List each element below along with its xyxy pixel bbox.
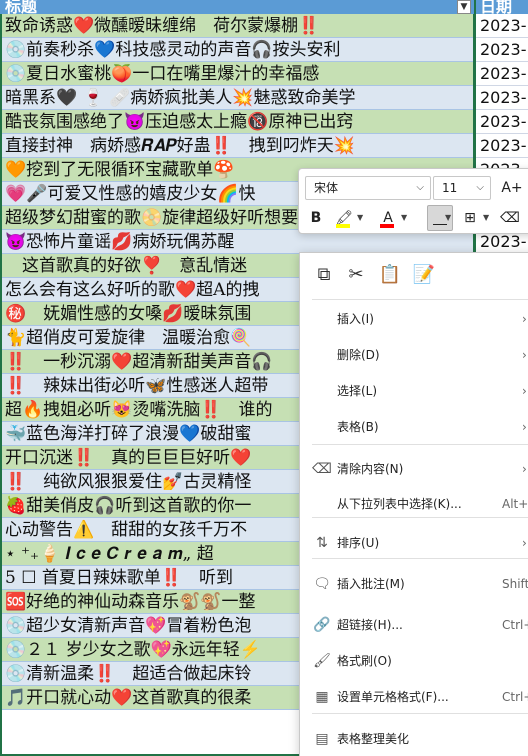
date-cell[interactable]: 2023- — [476, 134, 528, 158]
menu-item-label: 选择(L) — [337, 384, 378, 398]
format-cells-icon: ▦ — [315, 689, 329, 705]
menu-item-shortcut: Alt+↓ — [502, 497, 528, 511]
sort-icon: ⇅ — [316, 535, 328, 551]
table-row[interactable]: 酷丧氛围感绝了😈压迫感太上瘾🔞原神已出窍 2023- — [0, 110, 528, 134]
context-menu: ⧉ ✂ 📋 📝 插入(I) › 删除(D) › 选择(L) › 表格(B) › ⌫ 清除内容(N)… — [299, 252, 528, 756]
grow-font-button[interactable]: A+ — [501, 177, 523, 199]
date-cell[interactable]: 2023- — [476, 62, 528, 86]
menu-separator — [312, 299, 528, 300]
link-icon: 🔗 — [313, 617, 331, 633]
mini-format-toolbar: 宋体 ⌵ 11 ⌵ A+ B 🖍 ▼ A ▼ ⎽ ▼ ⊞ ▼ ⌫ — [298, 168, 528, 234]
menu-item-label: 格式刷(O) — [337, 654, 392, 668]
chevron-right-icon: › — [522, 462, 527, 476]
chevron-down-icon[interactable]: ▼ — [401, 213, 407, 222]
eraser-icon: ⌫ — [312, 461, 332, 477]
title-cell[interactable]: 暗黑系🖤 🍷 🩹病娇疯批美人💥魅惑致命美学 — [0, 86, 474, 110]
chevron-right-icon: › — [522, 312, 527, 326]
title-cell[interactable]: 致命诱惑❤️微醺暧昧缠绵 荷尔蒙爆棚‼️ — [0, 14, 474, 38]
menu-item[interactable]: 🔗 超链接(H)... Ctrl+K — [300, 607, 528, 643]
date-cell[interactable]: 2023- — [476, 38, 528, 62]
clipboard-actions: ⧉ ✂ 📋 📝 — [300, 253, 528, 297]
table-beautify-icon: ▤ — [315, 731, 329, 747]
menu-item[interactable]: 🗨 插入批注(M) Shift+F2 — [300, 566, 528, 602]
menu-item-label: 超链接(H)... — [337, 618, 403, 632]
format-painter-icon: 🖌 — [313, 653, 331, 669]
font-color-button[interactable]: A — [377, 207, 399, 229]
chevron-right-icon: › — [522, 348, 527, 362]
fill-color-button[interactable]: 🖍 — [333, 207, 355, 229]
filter-dropdown-icon[interactable]: ▼ — [457, 0, 471, 14]
font-family-select[interactable]: 宋体 ⌵ — [305, 176, 431, 200]
menu-item-shortcut: Shift+F2 — [502, 577, 528, 591]
date-cell[interactable]: 2023- — [476, 110, 528, 134]
borders-all-button[interactable]: ⊞ — [459, 207, 481, 229]
menu-item-label: 设置单元格格式(F)... — [337, 690, 449, 704]
title-cell[interactable]: 💿前奏秒杀💙科技感灵动的声音🎧按头安利 — [0, 38, 474, 62]
menu-item-label: 清除内容(N) — [337, 462, 404, 476]
chevron-down-icon[interactable]: ▼ — [357, 213, 363, 222]
menu-item[interactable]: ▦ 设置单元格格式(F)... Ctrl+1 — [300, 679, 528, 715]
chevron-right-icon: › — [522, 536, 527, 550]
date-cell[interactable]: 2023- — [476, 14, 528, 38]
chevron-down-icon: ⌵ — [476, 182, 484, 193]
column-header-date[interactable]: 日期 — [476, 0, 528, 14]
fill-color-swatch — [336, 224, 350, 228]
eraser-icon: ⌫ — [500, 210, 520, 226]
font-size-value: 11 — [442, 181, 458, 195]
chevron-down-icon: ⌵ — [416, 182, 424, 193]
title-cell[interactable]: 酷丧氛围感绝了😈压迫感太上瘾🔞原神已出窍 — [0, 110, 474, 134]
menu-item[interactable]: 插入(I) › — [300, 301, 528, 337]
table-row[interactable]: 暗黑系🖤 🍷 🩹病娇疯批美人💥魅惑致命美学 2023- — [0, 86, 528, 110]
menu-item-shortcut: Ctrl+1 — [502, 690, 528, 704]
menu-item[interactable]: 表格(B) › — [300, 409, 528, 445]
paste-special-icon[interactable]: 📝 — [412, 263, 436, 287]
menu-item-label: 删除(D) — [337, 348, 380, 362]
grid-icon: ⊞ — [464, 210, 476, 226]
menu-item-shortcut: Ctrl+K — [502, 618, 528, 632]
menu-item[interactable]: 删除(D) › — [300, 337, 528, 373]
clear-format-button[interactable]: ⌫ — [499, 207, 521, 229]
table-row[interactable]: 直接封神 病娇感𝑹𝑨𝑷好蛊‼️ 拽到叼炸天💥 2023- — [0, 134, 528, 158]
menu-item-label: 插入批注(M) — [337, 577, 405, 591]
menu-item[interactable]: ⌫ 清除内容(N) › — [300, 451, 528, 487]
title-cell[interactable]: 直接封神 病娇感𝑹𝑨𝑷好蛊‼️ 拽到叼炸天💥 — [0, 134, 474, 158]
cut-icon[interactable]: ✂ — [344, 263, 368, 287]
table-row[interactable]: 💿前奏秒杀💙科技感灵动的声音🎧按头安利 2023- — [0, 38, 528, 62]
menu-item-label: 排序(U) — [337, 536, 380, 550]
menu-item[interactable]: 从下拉列表中选择(K)... Alt+↓ — [300, 486, 528, 522]
menu-item[interactable]: 选择(L) › — [300, 373, 528, 409]
title-cell[interactable]: 💿夏日水蜜桃🍑一口在嘴里爆汁的幸福感 — [0, 62, 474, 86]
menu-item[interactable]: 🖌 格式刷(O) — [300, 643, 528, 679]
menu-item-label: 从下拉列表中选择(K)... — [337, 497, 462, 511]
chevron-right-icon: › — [522, 420, 527, 434]
table-row[interactable]: 致命诱惑❤️微醺暧昧缠绵 荷尔蒙爆棚‼️ 2023- — [0, 14, 528, 38]
chevron-down-icon[interactable]: ▼ — [483, 213, 489, 222]
menu-item-label: 插入(I) — [337, 312, 374, 326]
table-row[interactable]: 💿夏日水蜜桃🍑一口在嘴里爆汁的幸福感 2023- — [0, 62, 528, 86]
font-color-swatch — [380, 224, 394, 228]
font-size-select[interactable]: 11 ⌵ — [433, 176, 491, 200]
font-family-value: 宋体 — [314, 181, 339, 195]
menu-item-label: 表格整理美化 — [337, 732, 410, 746]
chevron-down-icon[interactable]: ▼ — [445, 213, 451, 222]
date-cell[interactable]: 2023- — [476, 86, 528, 110]
menu-item-label: 表格(B) — [337, 420, 379, 434]
copy-icon[interactable]: ⧉ — [312, 263, 336, 287]
comment-icon: 🗨 — [313, 576, 331, 592]
menu-item[interactable]: ▤ 表格整理美化 — [300, 721, 528, 756]
column-header-title[interactable]: 标题 — [0, 0, 474, 14]
paste-icon[interactable]: 📋 — [378, 263, 402, 287]
chevron-right-icon: › — [522, 384, 527, 398]
bold-button[interactable]: B — [305, 207, 327, 229]
menu-item[interactable]: ⇅ 排序(U) › — [300, 525, 528, 561]
